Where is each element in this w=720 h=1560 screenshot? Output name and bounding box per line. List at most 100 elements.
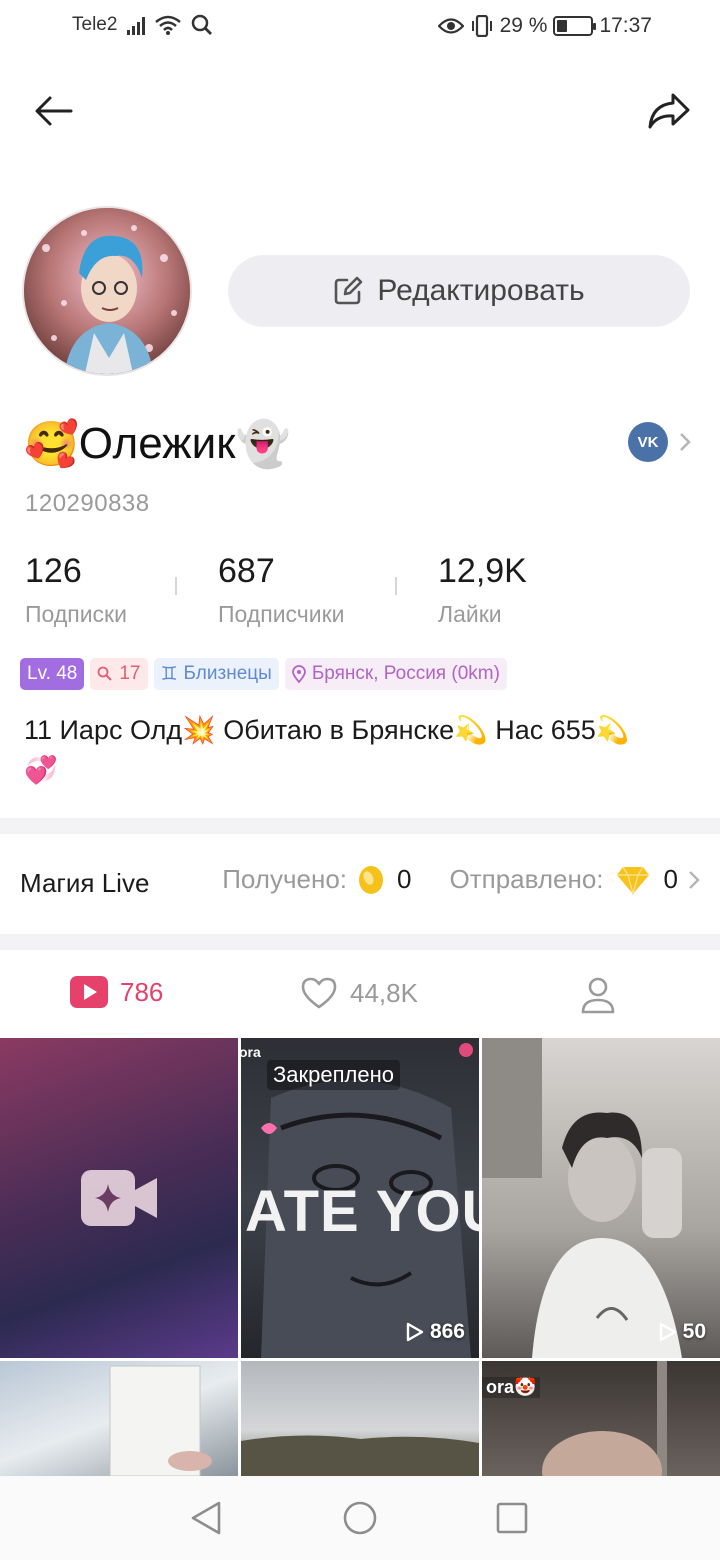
search-person-icon — [97, 666, 113, 681]
location-label: Брянск, Россия (0km) — [311, 663, 500, 684]
profile-name: 🥰 Олежик 👻 — [24, 418, 290, 470]
video-tile[interactable] — [0, 1361, 238, 1476]
sent-value: 0 — [663, 864, 678, 894]
battery-percent: 29 % — [499, 14, 548, 37]
chevron-right-icon — [680, 433, 691, 451]
sent-label: Отправлено: — [449, 864, 604, 894]
follow-badge-count: 17 — [119, 663, 141, 684]
bio-line: 11 Иарс Олд💥 Обитаю в Брянске💫 Нас 655💫 — [24, 715, 630, 745]
create-video-tile[interactable] — [0, 1038, 238, 1358]
video-thumbnail — [482, 1038, 682, 1358]
stat-divider — [175, 577, 177, 595]
tab-likes[interactable]: 44,8K — [300, 976, 418, 1010]
profile-tags: Lv. 48 17 ♊ Близнецы Брянск, Россия (0km… — [20, 658, 507, 690]
tab-likes-count: 44,8K — [350, 977, 418, 1008]
name-emoji-left: 🥰 — [24, 420, 79, 469]
user-id: 120290838 — [25, 490, 150, 517]
stat-following[interactable]: 126 Подписки — [25, 552, 127, 628]
play-icon — [406, 1322, 424, 1342]
diamond-icon — [616, 865, 650, 895]
system-back-button[interactable] — [186, 1498, 226, 1538]
avatar-illustration — [24, 208, 190, 374]
back-button[interactable] — [30, 88, 78, 134]
magic-live-title: Магия Live — [20, 868, 150, 898]
circle-home-icon — [343, 1501, 377, 1535]
chevron-right-icon — [689, 870, 700, 889]
zodiac-badge[interactable]: ♊ Близнецы — [153, 658, 279, 690]
location-pin-icon — [291, 665, 306, 683]
video-camera-icon — [81, 1170, 157, 1226]
view-count-value: 50 — [682, 1320, 706, 1343]
system-home-button[interactable] — [340, 1498, 380, 1538]
content-tabs: 786 44,8K — [0, 952, 720, 1038]
edit-profile-button[interactable]: Редактировать — [228, 255, 690, 327]
follow-badge[interactable]: 17 — [90, 658, 148, 690]
heart-icon — [301, 977, 337, 1009]
magic-live-row[interactable]: Магия Live Получено: 0 Отправлено: 0 — [0, 834, 720, 934]
video-thumbnail — [109, 1365, 212, 1476]
square-recents-icon — [496, 1502, 528, 1534]
battery-icon — [553, 16, 597, 36]
stat-followers-value: 687 — [218, 552, 275, 590]
tab-videos[interactable]: 786 — [70, 976, 163, 1008]
stat-likes-value: 12,9K — [438, 552, 527, 590]
system-nav-bar — [0, 1476, 720, 1560]
edit-icon — [335, 276, 363, 305]
video-tag: ora🤡 — [482, 1377, 541, 1398]
stat-divider — [395, 577, 397, 595]
video-tile[interactable]: Закреплено ora ATE YOU 866 — [241, 1038, 479, 1358]
zodiac-label: Близнецы — [183, 663, 272, 684]
received-label: Получено: — [222, 864, 348, 894]
view-count: 50 — [659, 1320, 706, 1344]
video-thumbnail — [241, 1435, 479, 1476]
video-overlay-text: ATE YOU — [245, 1179, 479, 1244]
edit-profile-label: Редактировать — [377, 274, 585, 307]
avatar[interactable] — [22, 206, 192, 376]
video-play-icon — [70, 976, 108, 1008]
share-button[interactable] — [644, 88, 694, 134]
play-icon — [659, 1322, 676, 1342]
eye-icon — [437, 18, 464, 34]
level-badge[interactable]: Lv. 48 — [20, 658, 85, 690]
video-tag: ora — [241, 1044, 261, 1060]
stat-followers-label: Подписчики — [218, 601, 345, 627]
tab-videos-count: 786 — [120, 976, 164, 1007]
vk-icon: VK — [628, 422, 668, 462]
bio-line: 💞 — [24, 755, 58, 785]
video-tile[interactable]: ora🤡 — [482, 1361, 720, 1476]
gemini-icon: ♊ — [160, 663, 178, 685]
view-count: 866 — [406, 1320, 465, 1344]
share-icon — [648, 93, 690, 129]
coin-icon — [359, 865, 384, 894]
carrier-label: Tele2 — [72, 14, 118, 35]
video-tile[interactable] — [241, 1361, 479, 1476]
arrow-left-icon — [35, 96, 73, 126]
search-icon — [192, 14, 213, 35]
tab-private[interactable] — [580, 976, 616, 1014]
video-tile[interactable]: 50 — [482, 1038, 720, 1358]
system-recents-button[interactable] — [492, 1498, 532, 1538]
name-text: Олежик — [78, 419, 236, 468]
section-divider — [0, 818, 720, 834]
location-badge[interactable]: Брянск, Россия (0km) — [284, 658, 507, 690]
clock: 17:37 — [599, 14, 652, 37]
stat-following-value: 126 — [25, 552, 82, 590]
wifi-icon — [155, 15, 182, 35]
status-bar: Tele2 29 % 17:37 — [0, 0, 720, 56]
vibrate-icon — [471, 15, 492, 37]
magic-live-stats: Получено: 0 Отправлено: 0 — [222, 864, 700, 895]
pinned-badge: Закреплено — [267, 1060, 400, 1090]
received-value: 0 — [397, 864, 412, 894]
signal-icon — [127, 15, 146, 35]
stat-likes-label: Лайки — [438, 601, 502, 627]
section-divider — [0, 934, 720, 950]
bio: 11 Иарс Олд💥 Обитаю в Брянске💫 Нас 655💫 … — [24, 710, 696, 790]
vk-link-button[interactable]: VK — [628, 422, 692, 462]
person-icon — [581, 977, 615, 1014]
view-count-value: 866 — [429, 1320, 465, 1343]
triangle-back-icon — [191, 1501, 221, 1535]
stat-likes[interactable]: 12,9K Лайки — [438, 552, 527, 628]
stat-following-label: Подписки — [25, 601, 127, 627]
stat-followers[interactable]: 687 Подписчики — [218, 552, 345, 628]
name-emoji-right: 👻 — [235, 420, 291, 469]
